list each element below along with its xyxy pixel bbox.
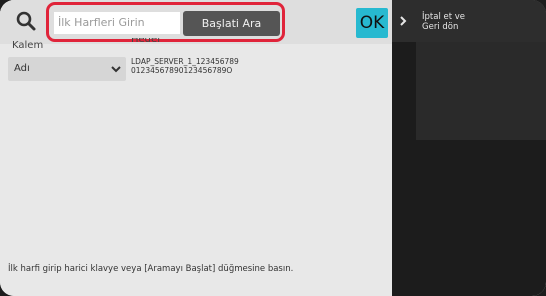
target-line-1: LDAP_SERVER_1_123456789 bbox=[131, 57, 239, 66]
ok-button[interactable]: OK bbox=[356, 8, 388, 38]
highlight-frame bbox=[46, 2, 285, 42]
cancel-back-line-1: İptal et ve bbox=[422, 12, 466, 22]
search-icon[interactable] bbox=[12, 7, 40, 35]
target-line-2: 01234567890123456789O bbox=[131, 66, 233, 75]
side-panel-block bbox=[416, 42, 546, 140]
main-area: İlk Harfleri Girin Başlati Ara OK Kalem … bbox=[0, 0, 392, 296]
cancel-back-button[interactable]: İptal et ve Geri dön bbox=[392, 0, 546, 42]
chevron-right-icon bbox=[400, 16, 407, 26]
target-column-label: Hedef bbox=[131, 38, 161, 45]
hint-text: İlk harfi girip harici klavye veya [Aram… bbox=[8, 264, 294, 274]
cancel-back-label: İptal et ve Geri dön bbox=[422, 12, 465, 32]
screen: İlk Harfleri Girin Başlati Ara OK Kalem … bbox=[0, 0, 546, 296]
item-column-label: Kalem bbox=[12, 40, 44, 51]
item-select[interactable]: Adı bbox=[8, 57, 126, 81]
cancel-back-line-2: Geri dön bbox=[422, 22, 459, 32]
chevron-down-icon bbox=[111, 66, 121, 73]
item-select-value: Adı bbox=[14, 63, 30, 74]
side-panel: İptal et ve Geri dön bbox=[392, 0, 546, 296]
search-bar: İlk Harfleri Girin Başlati Ara OK bbox=[0, 0, 392, 44]
